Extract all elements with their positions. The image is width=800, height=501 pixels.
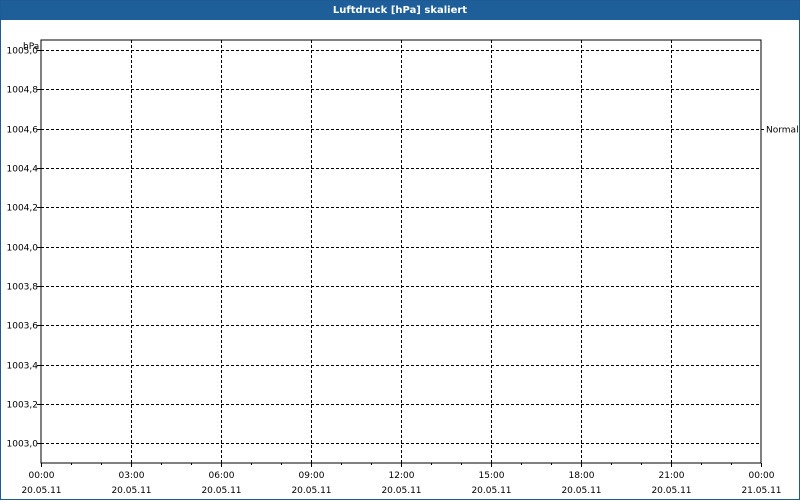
- x-tick-date: 20.05.11: [201, 486, 241, 496]
- x-tick-time: 12:00: [389, 471, 415, 481]
- y-tick-label: 1004,8: [7, 86, 39, 96]
- x-tick-date: 21.05.11: [741, 486, 781, 496]
- y-tick-label: 1003,4: [7, 362, 39, 372]
- y-tick-label: 1003,0: [7, 440, 39, 450]
- y-tick-label: 1004,0: [7, 244, 39, 254]
- y-tick-label: 1003,8: [7, 283, 39, 293]
- y-tick-label: 1003,2: [7, 401, 39, 411]
- reference-label-normal: Normal: [766, 126, 799, 136]
- y-tick-label: 1004,4: [7, 165, 39, 175]
- chart-canvas: 1005,01004,81004,61004,41004,21004,01003…: [7, 39, 799, 496]
- x-tick-date: 20.05.11: [561, 486, 601, 496]
- x-tick-date: 20.05.11: [471, 486, 511, 496]
- x-tick-date: 20.05.11: [651, 486, 691, 496]
- x-tick-time: 21:00: [659, 471, 685, 481]
- y-axis-label: hPa: [23, 42, 39, 52]
- x-tick-time: 18:00: [569, 471, 595, 481]
- x-tick-time: 00:00: [29, 471, 55, 481]
- x-tick-date: 20.05.11: [21, 486, 61, 496]
- y-tick-label: 1004,6: [7, 126, 39, 136]
- y-tick-label: 1003,6: [7, 322, 39, 332]
- x-tick-date: 20.05.11: [381, 486, 421, 496]
- x-tick-date: 20.05.11: [111, 486, 151, 496]
- x-tick-date: 20.05.11: [291, 486, 331, 496]
- y-tick-label: 1004,2: [7, 204, 39, 214]
- x-tick-time: 15:00: [479, 471, 505, 481]
- x-tick-time: 09:00: [299, 471, 325, 481]
- x-tick-time: 00:00: [749, 471, 775, 481]
- x-tick-time: 03:00: [119, 471, 145, 481]
- x-tick-time: 06:00: [209, 471, 235, 481]
